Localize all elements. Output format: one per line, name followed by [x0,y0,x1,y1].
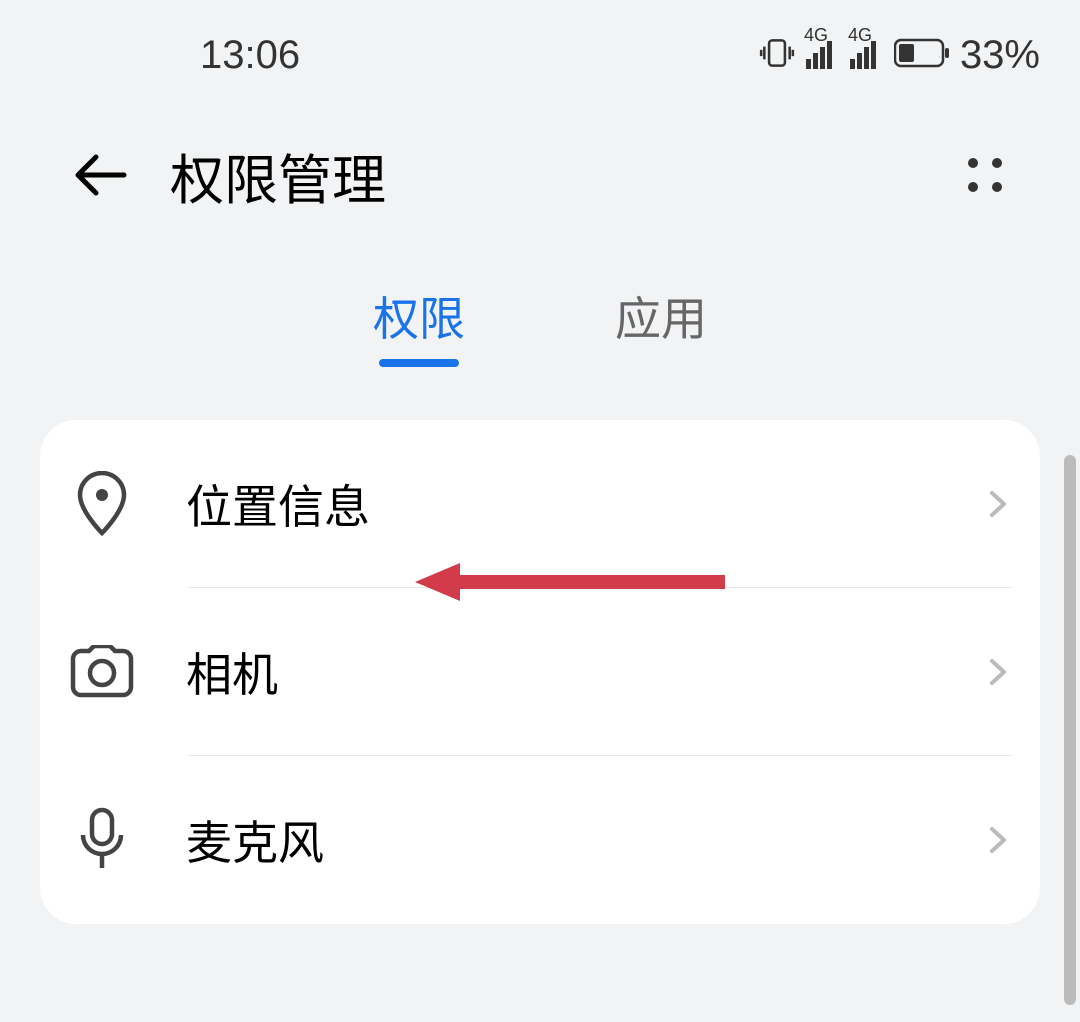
more-button[interactable] [960,150,1010,200]
page-title: 权限管理 [170,136,386,215]
chevron-right-icon [984,826,1012,854]
location-icon [68,470,136,538]
tab-permissions[interactable]: 权限 [373,283,465,367]
list-item-label: 位置信息 [186,471,984,537]
signal-4g-icon-1: 4G [806,41,832,69]
status-right: 4G 4G 33% [758,33,1040,78]
tab-apps[interactable]: 应用 [615,283,707,367]
camera-icon [68,638,136,706]
scrollbar[interactable] [1064,455,1076,1005]
vibrate-icon [758,34,796,77]
list-item-location[interactable]: 位置信息 [68,420,1012,588]
signal-4g-icon-2: 4G [850,41,876,69]
list-item-camera[interactable]: 相机 [68,588,1012,756]
chevron-right-icon [984,490,1012,518]
tabs: 权限 应用 [0,260,1080,390]
status-time: 13:06 [200,33,300,78]
list-item-microphone[interactable]: 麦克风 [68,756,1012,924]
permissions-card: 位置信息 相机 麦克风 [40,420,1040,924]
battery-percent: 33% [960,33,1040,78]
back-button[interactable] [70,145,130,205]
status-bar: 13:06 4G 4G [0,0,1080,110]
microphone-icon [68,806,136,874]
list-item-label: 麦克风 [186,807,984,873]
more-dots-icon [968,158,978,168]
back-arrow-icon [72,150,128,200]
header: 权限管理 [0,110,1080,240]
list-item-label: 相机 [186,639,984,705]
chevron-right-icon [984,658,1012,686]
battery-icon [894,38,950,73]
